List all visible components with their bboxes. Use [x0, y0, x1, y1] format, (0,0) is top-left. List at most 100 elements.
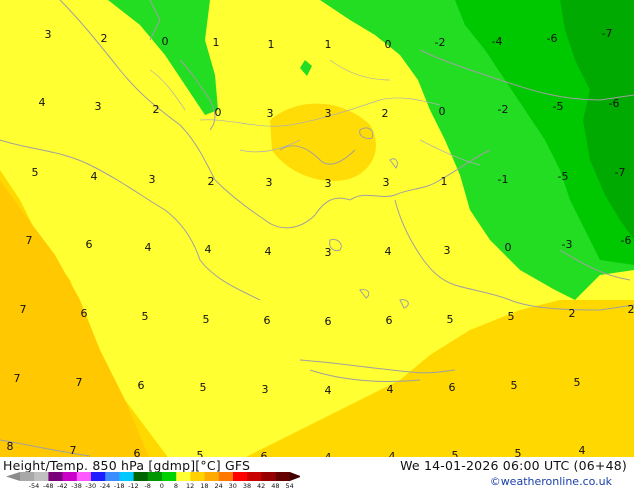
color-legend-bar — [6, 472, 300, 481]
temperature-label: -7 — [602, 27, 613, 40]
legend-swatch — [247, 472, 262, 481]
temperature-label: 3 — [325, 246, 332, 259]
legend-swatch — [275, 472, 291, 481]
temperature-label: 5 — [511, 379, 518, 392]
temperature-label: 3 — [95, 100, 102, 113]
legend-tick-label: 12 — [186, 482, 195, 490]
temperature-label: 7 — [20, 303, 27, 316]
legend-tick-label: -30 — [85, 482, 97, 490]
legend-tick-label: -12 — [128, 482, 139, 490]
temperature-label: 7 — [26, 234, 33, 247]
legend-swatch — [176, 472, 191, 481]
temperature-label: 0 — [162, 35, 169, 48]
temperature-label: 5 — [574, 376, 581, 389]
legend-tick-label: -8 — [144, 482, 151, 490]
temperature-label: 6 — [138, 379, 145, 392]
temperature-label: 1 — [441, 175, 448, 188]
temperature-label: 3 — [149, 173, 156, 186]
legend-tick-label: -38 — [71, 482, 82, 490]
temperature-label: 2 — [569, 307, 576, 320]
temperature-label: 4 — [579, 444, 586, 457]
temperature-label: 0 — [439, 105, 446, 118]
temperature-label: 4 — [265, 245, 272, 258]
temperature-label: 0 — [505, 241, 512, 254]
color-legend-ticks: -54 -48 -42 -38 -30 -24 -18 -12 -8 0 8 12 18 24 30 38 42… — [0, 482, 300, 490]
temperature-label: 3 — [45, 28, 52, 41]
temperature-label: 3 — [383, 176, 390, 189]
legend-tick-label: 0 — [159, 482, 164, 490]
temperature-label: 4 — [325, 384, 332, 397]
legend-tick-label: 38 — [242, 482, 252, 490]
temperature-label: -6 — [609, 97, 620, 110]
legend-tick-label: -54 — [28, 482, 40, 490]
temperature-label: 6 — [86, 238, 93, 251]
legend-swatch — [105, 472, 120, 481]
legend-swatch — [34, 472, 49, 481]
legend-swatch — [62, 472, 78, 481]
temperature-label: -2 — [435, 36, 446, 49]
temperature-label: 7 — [76, 376, 83, 389]
temperature-label: -6 — [621, 234, 632, 247]
copyright-link[interactable]: ©weatheronline.co.uk — [490, 475, 612, 488]
temperature-label: 3 — [325, 107, 332, 120]
legend-tick-label: 30 — [228, 482, 237, 490]
legend-swatch — [76, 472, 92, 481]
temperature-label: 1 — [325, 38, 332, 51]
temperature-label: 4 — [387, 383, 394, 396]
temperature-label: -5 — [558, 170, 569, 183]
temperature-label: 5 — [447, 313, 454, 326]
legend-tick-label: 42 — [257, 482, 266, 490]
temperature-label: 2 — [628, 303, 634, 316]
temperature-label: 3 — [444, 244, 451, 257]
temperature-label: -3 — [562, 238, 573, 251]
temperature-label: 2 — [153, 103, 160, 116]
temperature-label: 3 — [325, 177, 332, 190]
temperature-label: 2 — [382, 107, 389, 120]
temperature-label: -1 — [498, 173, 509, 186]
legend-tick-label: -24 — [99, 482, 111, 490]
temperature-label: 5 — [32, 166, 39, 179]
temperature-label: 4 — [39, 96, 46, 109]
temperature-label: 1 — [268, 38, 275, 51]
temperature-label: 4 — [205, 243, 212, 256]
temperature-label: 0 — [385, 38, 392, 51]
legend-swatch — [20, 472, 35, 481]
temperature-label: 6 — [449, 381, 456, 394]
temperature-label: 2 — [208, 175, 215, 188]
legend-swatch — [261, 472, 276, 481]
temperature-label: 7 — [70, 444, 77, 457]
temperature-label: 3 — [266, 176, 273, 189]
legend-arrow-right — [289, 472, 300, 481]
temperature-label: 6 — [81, 307, 88, 320]
legend-tick-label: -18 — [113, 482, 125, 490]
temperature-label: 5 — [203, 313, 210, 326]
legend-swatch — [119, 472, 134, 481]
temperature-label: 8 — [7, 440, 14, 453]
legend-tick-label: -48 — [42, 482, 54, 490]
temperature-label: 3 — [267, 107, 274, 120]
legend-swatch — [162, 472, 177, 481]
temperature-field-map: 3 2 0 1 1 1 0 -2 -4 -6 -7 4 3 2 0 3 3 2 0 -2 -5 -6 5 4 3 2 3 3 3 1 -1 -… — [0, 0, 634, 464]
temperature-label: 1 — [213, 36, 220, 49]
weather-map: 3 2 0 1 1 1 0 -2 -4 -6 -7 4 3 2 0 3 3 2 0 -2 -5 -6 5 4 3 2 3 3 3 1 -1-… — [0, 0, 634, 490]
temperature-label: 4 — [385, 245, 392, 258]
legend-tick-label: -42 — [57, 482, 68, 490]
legend-tick-label: 54 — [285, 482, 294, 490]
legend-swatch — [147, 472, 163, 481]
temperature-label: -5 — [553, 100, 564, 113]
temperature-label: 5 — [508, 310, 515, 323]
legend-swatch — [204, 472, 220, 481]
temperature-label: -6 — [547, 32, 558, 45]
temperature-label: 3 — [262, 383, 269, 396]
temperature-label: 6 — [386, 314, 393, 327]
valid-time: We 14-01-2026 06:00 UTC (06+48) — [400, 458, 627, 473]
temperature-label: 4 — [145, 241, 152, 254]
temperature-label: 4 — [91, 170, 98, 183]
legend-swatch — [233, 472, 248, 481]
temperature-label: 5 — [142, 310, 149, 323]
legend-swatch — [133, 472, 149, 481]
temperature-label: 2 — [101, 32, 108, 45]
temperature-label: 7 — [14, 372, 21, 385]
legend-tick-label: 18 — [200, 482, 209, 490]
legend-tick-label: 24 — [214, 482, 223, 490]
